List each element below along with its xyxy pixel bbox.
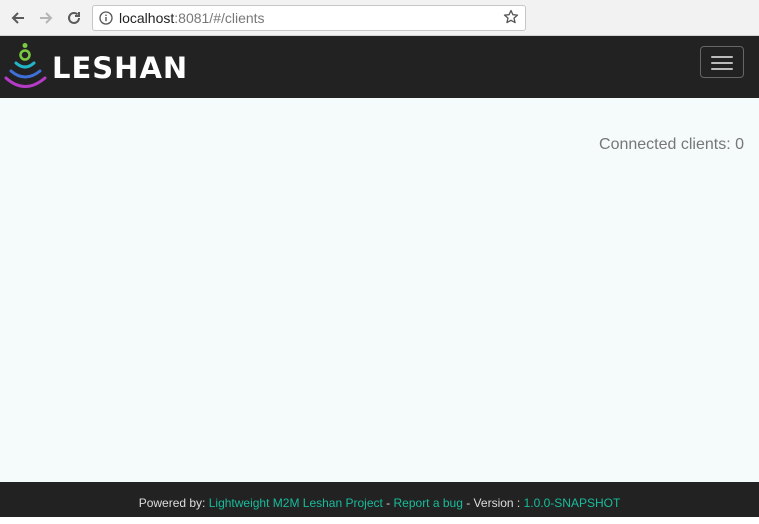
project-link[interactable]: Lightweight M2M Leshan Project: [209, 496, 383, 510]
separator: -: [382, 496, 394, 510]
menu-bar: [711, 68, 733, 70]
menu-bar: [711, 56, 733, 58]
address-bar[interactable]: localhost:8081/#/clients: [92, 5, 526, 31]
menu-bar: [711, 62, 733, 64]
back-arrow-icon[interactable]: [7, 7, 29, 29]
url-path: :8081/#/clients: [174, 10, 265, 26]
reload-icon[interactable]: [63, 7, 85, 29]
app-navbar: LESHAN: [0, 36, 759, 98]
version-label: - Version :: [462, 496, 524, 510]
info-icon[interactable]: [99, 11, 113, 25]
connected-clients-count: Connected clients: 0: [599, 136, 744, 153]
url-text: localhost:8081/#/clients: [119, 10, 265, 26]
url-host: localhost: [119, 10, 175, 26]
bookmark-star-icon[interactable]: [503, 9, 519, 25]
leshan-logo-icon[interactable]: [4, 41, 50, 91]
footer: Powered by: Lightweight M2M Leshan Proje…: [0, 482, 759, 517]
powered-by-label: Powered by:: [138, 496, 209, 510]
browser-toolbar: localhost:8081/#/clients: [0, 0, 759, 36]
forward-arrow-icon[interactable]: [35, 7, 57, 29]
main-content: Connected clients: 0: [0, 98, 759, 482]
brand-name[interactable]: LESHAN: [52, 51, 188, 85]
hamburger-menu-button[interactable]: [700, 46, 744, 78]
version-link[interactable]: 1.0.0-SNAPSHOT: [524, 496, 621, 510]
report-bug-link[interactable]: Report a bug: [394, 496, 463, 510]
